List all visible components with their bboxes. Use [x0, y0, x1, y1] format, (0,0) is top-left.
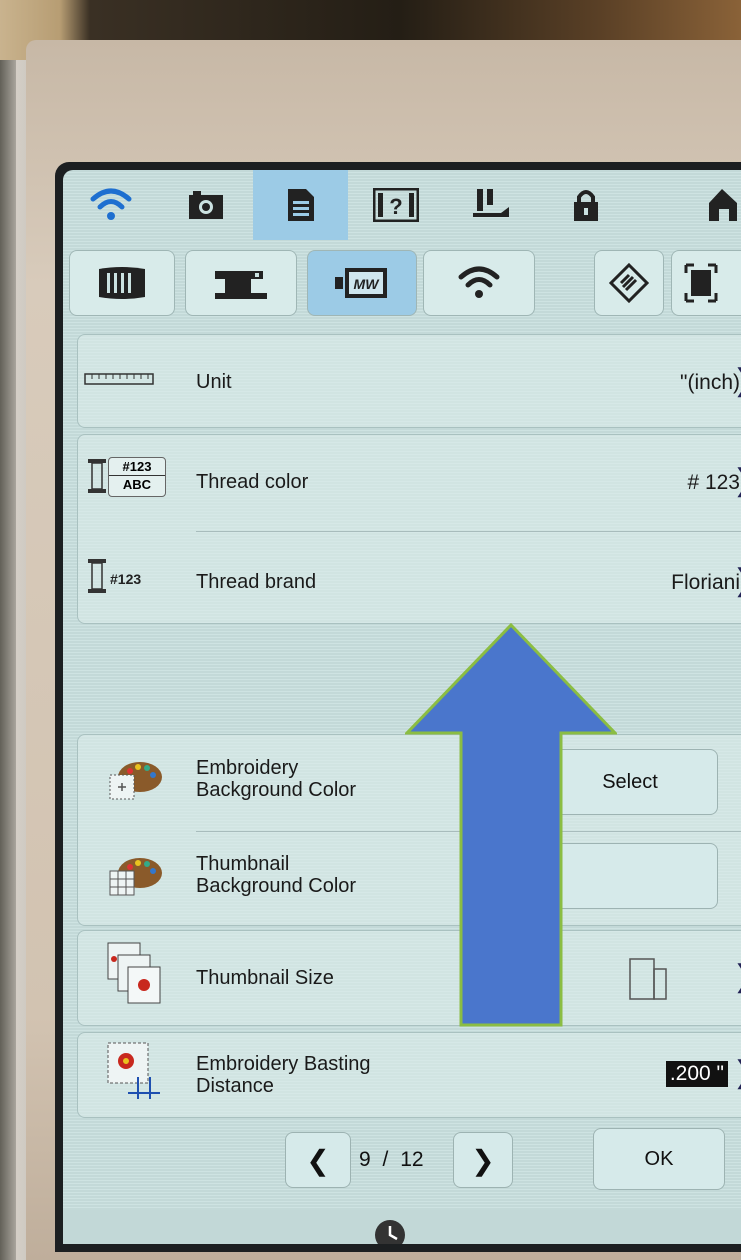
thread-brand-value: Floriani — [671, 571, 740, 594]
thread-brand-icon-text: #123 — [110, 571, 142, 587]
icon-text-number: #123 — [109, 458, 165, 476]
thread-color-label: Thread color — [196, 471, 309, 493]
subtab-general[interactable] — [69, 250, 175, 316]
ruler-icon — [84, 373, 154, 385]
eco-mode-icon — [609, 263, 649, 303]
subtab-eco[interactable] — [594, 250, 664, 316]
page-indicator: 9 / 12 — [359, 1148, 424, 1172]
thumbnail-cards-icon — [107, 942, 161, 1004]
thread-brand-label: Thread brand — [196, 571, 317, 593]
machine-settings-icon — [99, 267, 145, 299]
unit-value: "(inch) — [680, 371, 740, 394]
thumbnail-size-label: Thumbnail Size — [196, 967, 334, 989]
basting-value: .200 " — [665, 1061, 728, 1087]
page-separator: / — [382, 1148, 389, 1171]
subtab-screen[interactable] — [671, 250, 741, 316]
next-page-button[interactable]: ❯ — [453, 1132, 513, 1188]
unit-setting-group: Unit "(inch) ❯ — [77, 334, 741, 428]
basting-label-line1: Embroidery Basting — [196, 1053, 371, 1075]
wifi-icon — [458, 266, 500, 298]
thumbnail-bg-label-line2: Background Color — [196, 875, 357, 897]
embroidery-bg-label-line1: Embroidery — [196, 757, 299, 779]
page-total: 12 — [400, 1148, 424, 1171]
wifi-icon — [90, 188, 132, 220]
palette-icon — [109, 762, 162, 800]
adjacent-device-edge — [0, 60, 16, 1260]
chevron-right-icon: ❯ — [471, 1144, 495, 1176]
thread-brand-row[interactable]: #123 Thread brand Floriani ❯ — [78, 531, 741, 623]
basting-label-line2: Distance — [196, 1075, 274, 1097]
screen-icon — [684, 263, 718, 303]
tab-presser-foot[interactable] — [444, 170, 539, 240]
home-icon — [709, 189, 738, 221]
chevron-right-icon: ❯ — [733, 563, 741, 598]
tab-home[interactable] — [634, 170, 741, 240]
thumbnail-size-preview-icon — [629, 958, 667, 1000]
help-icon: ? — [373, 188, 420, 222]
unit-row[interactable]: Unit "(inch) ❯ — [78, 335, 741, 427]
tab-help[interactable]: ? — [348, 170, 443, 240]
lcd-screen: ? MW Unit "(inch) #123 ABC Thread color … — [55, 162, 741, 1252]
subtab-sewing[interactable] — [185, 250, 297, 316]
chevron-right-icon: ❯ — [733, 363, 741, 398]
thumbnail-bg-label-line1: Thumbnail — [196, 853, 290, 875]
top-tab-bar: ? — [63, 170, 741, 240]
subtab-embroidery[interactable]: MW — [307, 250, 417, 316]
chevron-right-icon: ❯ — [733, 959, 741, 994]
sewing-machine-icon — [215, 271, 267, 299]
basting-distance-row[interactable]: Embroidery Basting Distance .200 " ❯ — [78, 1033, 741, 1117]
tab-wifi[interactable] — [63, 170, 158, 240]
lock-icon — [574, 190, 599, 221]
tab-settings[interactable] — [253, 170, 349, 240]
embroidery-bg-label-line2: Background Color — [196, 779, 357, 801]
tab-lock[interactable] — [539, 170, 634, 240]
presser-foot-icon — [473, 189, 510, 217]
svg-text:?: ? — [389, 194, 402, 219]
icon-text-abc: ABC — [122, 477, 152, 492]
settings-display: ? MW Unit "(inch) #123 ABC Thread color … — [63, 170, 741, 1244]
svg-text:MW: MW — [354, 276, 381, 292]
basting-distance-icon — [107, 1042, 160, 1099]
thread-color-row[interactable]: #123 ABC Thread color # 123 ❯ — [78, 435, 741, 527]
spool-icon — [88, 459, 106, 493]
chevron-left-icon: ❮ — [306, 1144, 330, 1176]
chevron-right-icon: ❯ — [733, 463, 741, 498]
spool-icon — [88, 559, 106, 593]
page-current: 9 — [359, 1148, 371, 1171]
tab-camera[interactable] — [158, 170, 253, 240]
camera-icon — [188, 191, 223, 219]
basting-distance-group: Embroidery Basting Distance .200 " ❯ — [77, 1032, 741, 1118]
subtab-network[interactable] — [423, 250, 535, 316]
chevron-right-icon: ❯ — [733, 1055, 741, 1090]
thread-setting-group: #123 ABC Thread color # 123 ❯ #123 Threa… — [77, 434, 741, 624]
ok-button[interactable]: OK — [593, 1128, 725, 1190]
palette-grid-icon — [109, 858, 162, 896]
sub-tab-bar: MW — [63, 242, 741, 328]
document-icon — [287, 189, 314, 221]
annotation-arrow-up-icon — [405, 623, 617, 1027]
clock-icon — [375, 1220, 405, 1244]
thread-color-icon: #123 ABC — [88, 457, 168, 497]
unit-label: Unit — [196, 371, 232, 393]
embroidery-icon: MW — [335, 268, 387, 298]
bottom-status-bar — [63, 1210, 741, 1244]
previous-page-button[interactable]: ❮ — [285, 1132, 351, 1188]
